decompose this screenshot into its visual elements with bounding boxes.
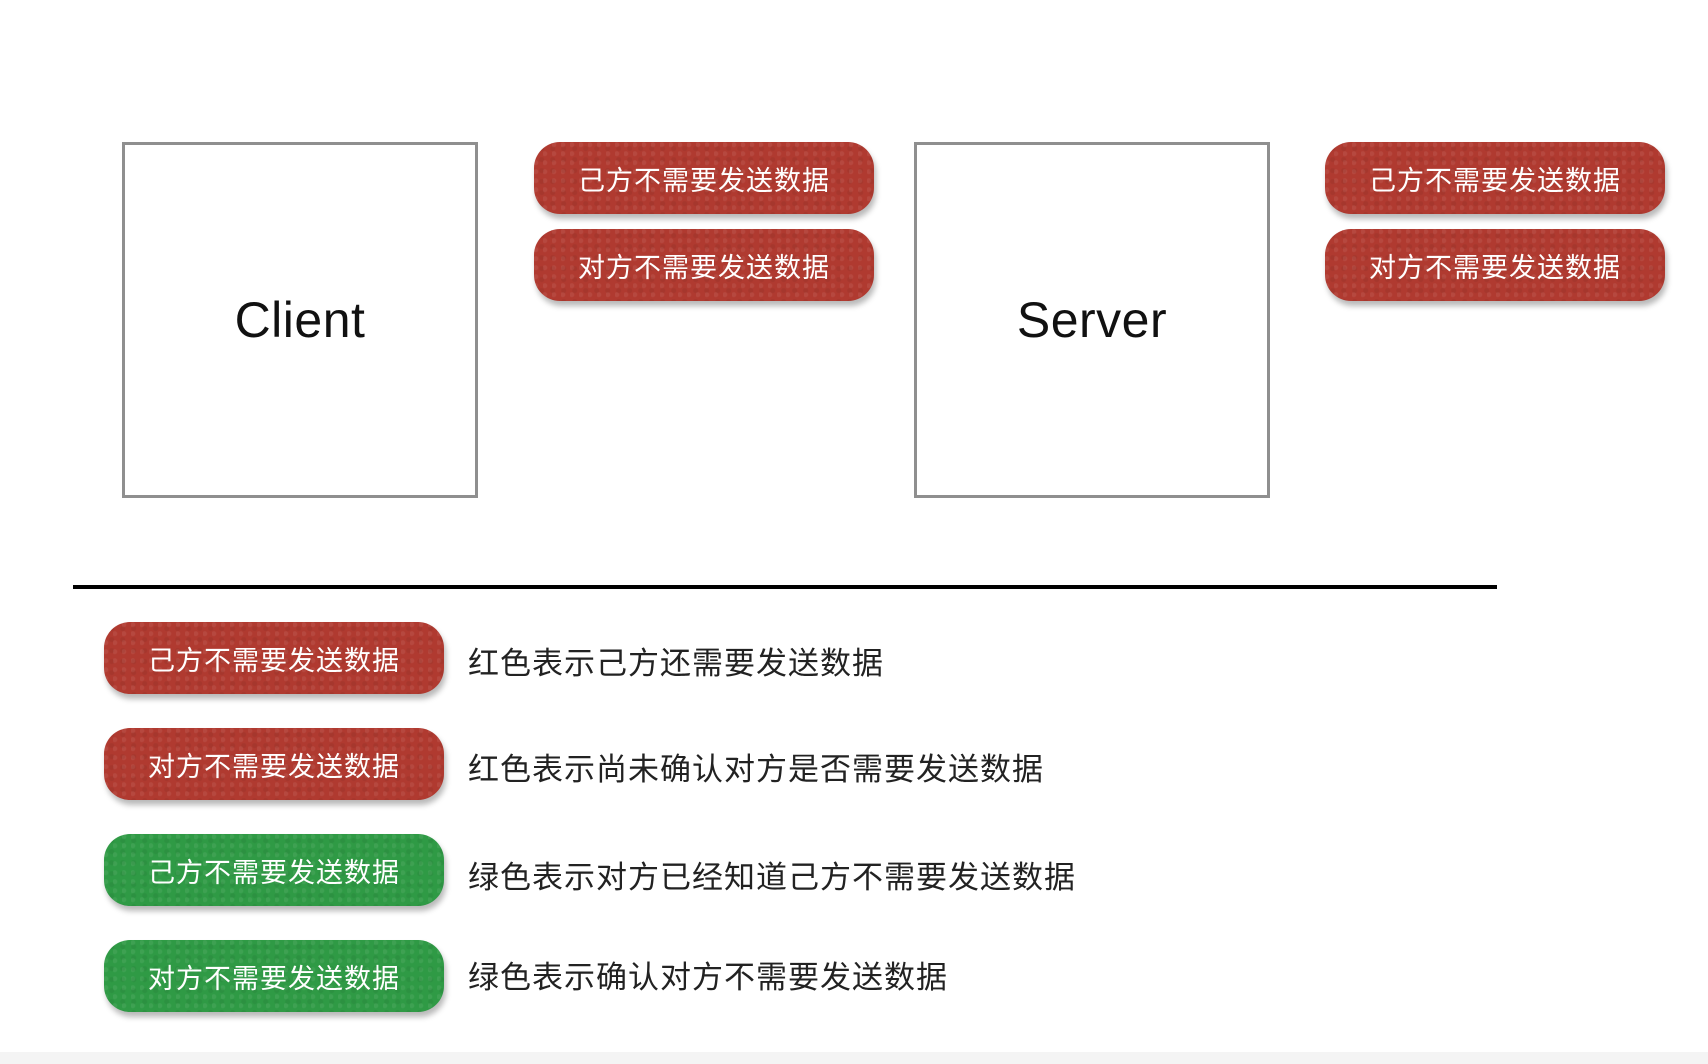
legend-pill-3-label: 己方不需要发送数据 <box>148 857 400 889</box>
client-node: Client <box>122 142 478 498</box>
legend-description-4: 绿色表示确认对方不需要发送数据 <box>468 960 948 996</box>
legend-pill-2-label: 对方不需要发送数据 <box>148 751 400 783</box>
legend-description-1: 红色表示己方还需要发送数据 <box>468 646 884 682</box>
client-peer-state-label: 对方不需要发送数据 <box>578 252 830 284</box>
legend-description-3: 绿色表示对方已经知道己方不需要发送数据 <box>468 860 1076 896</box>
server-self-state-label: 己方不需要发送数据 <box>1369 165 1621 197</box>
bottom-strip <box>0 1052 1708 1064</box>
legend-pill-1: 己方不需要发送数据 <box>104 622 444 694</box>
legend-pill-4-label: 对方不需要发送数据 <box>148 963 400 995</box>
client-peer-state-pill: 对方不需要发送数据 <box>534 229 874 301</box>
client-label: Client <box>234 292 366 348</box>
legend-pill-4: 对方不需要发送数据 <box>104 940 444 1012</box>
legend-divider <box>73 585 1497 589</box>
server-peer-state-label: 对方不需要发送数据 <box>1369 252 1621 284</box>
legend-pill-1-label: 己方不需要发送数据 <box>148 645 400 677</box>
legend-pill-2: 对方不需要发送数据 <box>104 728 444 800</box>
legend-pill-3: 己方不需要发送数据 <box>104 834 444 906</box>
server-label: Server <box>1016 292 1168 348</box>
client-self-state-pill: 己方不需要发送数据 <box>534 142 874 214</box>
legend-description-2: 红色表示尚未确认对方是否需要发送数据 <box>468 752 1044 788</box>
server-self-state-pill: 己方不需要发送数据 <box>1325 142 1665 214</box>
server-peer-state-pill: 对方不需要发送数据 <box>1325 229 1665 301</box>
server-node: Server <box>914 142 1270 498</box>
diagram: Client 己方不需要发送数据 对方不需要发送数据 Server 己方不需要发… <box>0 0 1708 1064</box>
client-self-state-label: 己方不需要发送数据 <box>578 165 830 197</box>
